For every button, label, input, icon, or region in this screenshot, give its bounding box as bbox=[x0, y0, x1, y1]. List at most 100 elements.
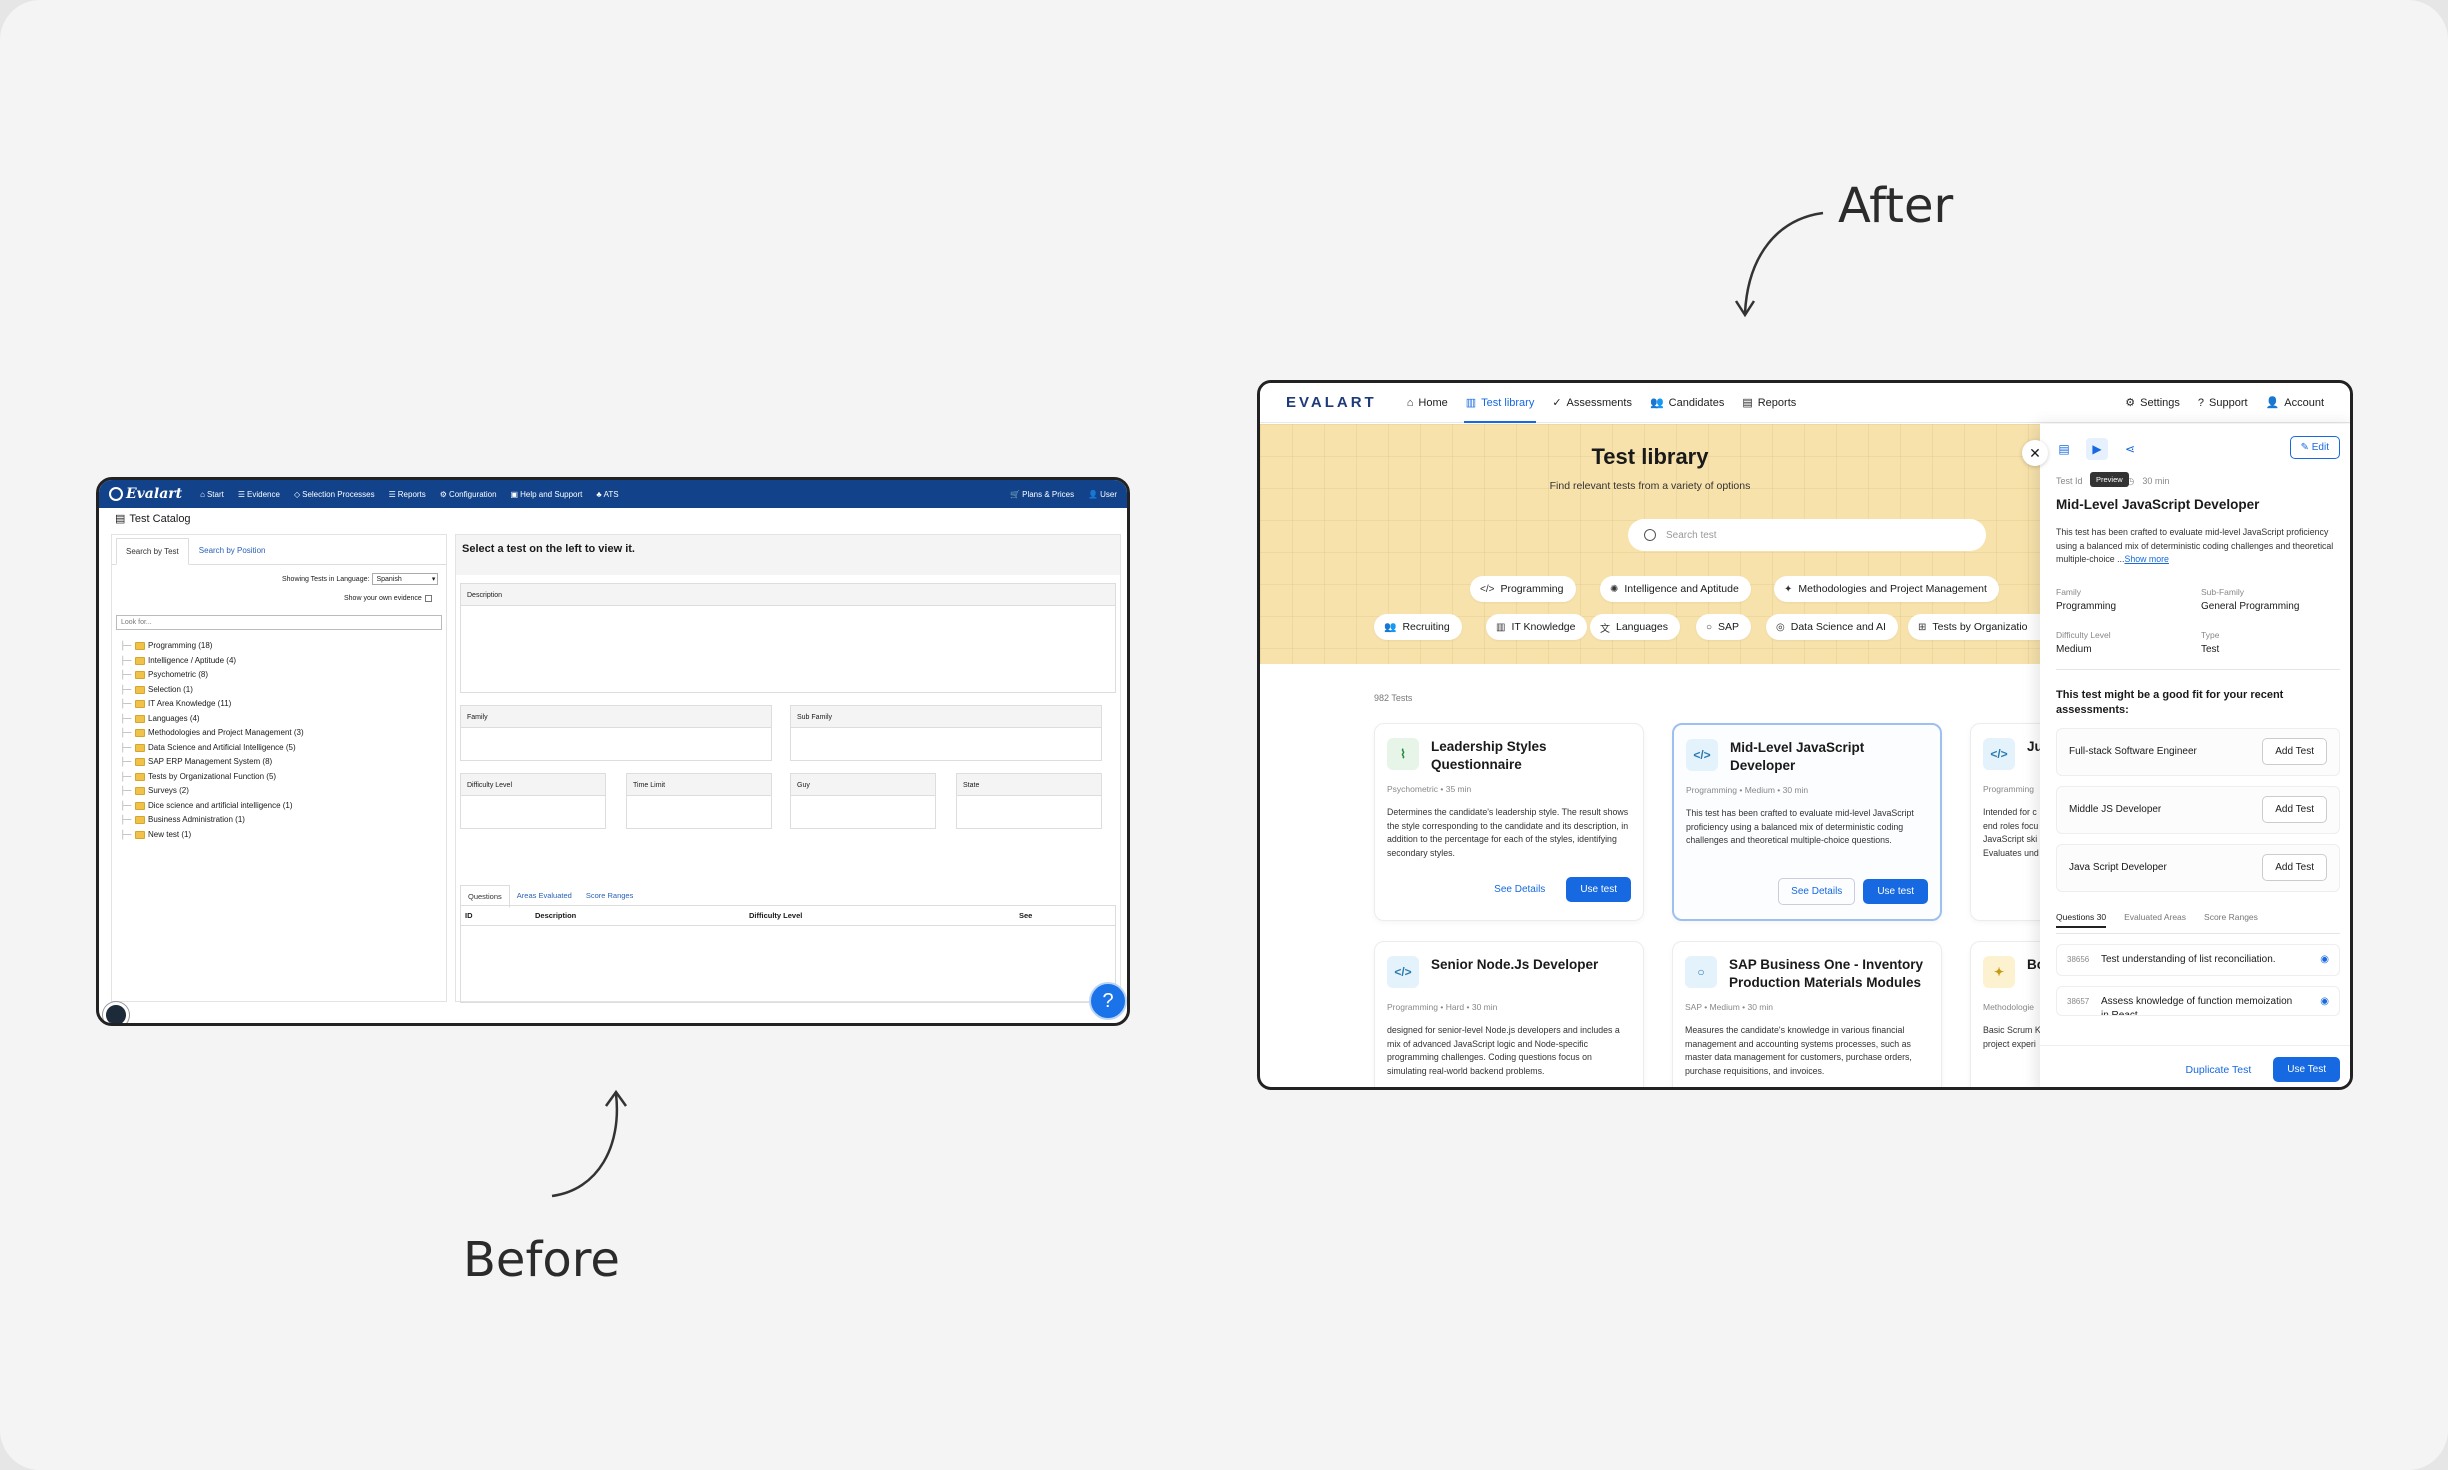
use-test-button[interactable]: Use test bbox=[1566, 877, 1631, 902]
guy-box: Guy bbox=[790, 773, 936, 829]
eye-icon[interactable]: ◉ bbox=[2320, 953, 2329, 967]
own-evidence-checkbox[interactable] bbox=[424, 595, 432, 602]
tree-item[interactable]: ├─ Dice science and artificial intelligen… bbox=[120, 799, 304, 814]
before-nav-help[interactable]: ▣ Help and Support bbox=[511, 490, 583, 499]
database-icon: ◎ bbox=[1776, 621, 1785, 633]
nav-home[interactable]: ⌂ Home bbox=[1407, 383, 1448, 423]
before-nav-ats[interactable]: ♣ ATS bbox=[596, 490, 618, 499]
folder-icon bbox=[135, 685, 145, 694]
tree-item[interactable]: ├─ Psychometric (8) bbox=[120, 668, 304, 683]
hero-banner: Test library Find relevant tests from a … bbox=[1260, 424, 2040, 664]
question-row[interactable]: 38656 Test understanding of list reconcil… bbox=[2056, 943, 2340, 976]
use-test-button[interactable]: Use Test bbox=[2273, 1057, 2340, 1082]
eye-icon[interactable]: ◉ bbox=[2320, 995, 2329, 1009]
folder-icon bbox=[135, 816, 145, 825]
before-logo: Evalart bbox=[109, 486, 182, 502]
panel-tabs: Questions 30 Evaluated Areas Score Range… bbox=[2056, 912, 2340, 934]
tree-item[interactable]: ├─ Tests by Organizational Function (5) bbox=[120, 770, 304, 785]
folder-icon bbox=[135, 656, 145, 665]
tree-item[interactable]: ├─ New test (1) bbox=[120, 828, 304, 843]
chip-recruiting[interactable]: 👥 Recruiting bbox=[1374, 614, 1462, 640]
chip-data-science[interactable]: ◎ Data Science and AI bbox=[1766, 614, 1898, 640]
before-nav-selection[interactable]: ◇ Selection Processes bbox=[294, 490, 375, 499]
nav-reports[interactable]: ▤ Reports bbox=[1742, 383, 1796, 423]
show-more-link[interactable]: Show more bbox=[2124, 554, 2169, 564]
after-caption: After bbox=[1838, 178, 1954, 234]
tab-score-ranges[interactable]: Score Ranges bbox=[2204, 912, 2258, 928]
chip-languages[interactable]: 文 Languages bbox=[1590, 614, 1680, 640]
tab-search-by-position[interactable]: Search by Position bbox=[189, 537, 276, 564]
before-nav-configuration[interactable]: ⚙ Configuration bbox=[440, 490, 497, 499]
tree-item[interactable]: ├─ Data Science and Artificial Intelligen… bbox=[120, 741, 304, 756]
code-icon: </> bbox=[1480, 583, 1495, 595]
nav-test-library[interactable]: ▥ Test library bbox=[1463, 383, 1536, 423]
close-icon[interactable]: ✕ bbox=[2022, 440, 2048, 466]
questions-table-header: ID Description Difficulty Level See bbox=[461, 906, 1115, 926]
test-card[interactable]: ⌇ Leadership Styles Questionnaire Psycho… bbox=[1374, 723, 1644, 921]
question-row[interactable]: 38657 Assess knowledge of function memoiz… bbox=[2056, 985, 2340, 1016]
edit-button[interactable]: ✎ Edit bbox=[2289, 436, 2340, 459]
see-details-button[interactable]: See Details bbox=[1481, 876, 1558, 903]
own-evidence-toggle: Show your own evidence bbox=[344, 595, 432, 602]
tree-item[interactable]: ├─ Languages (4) bbox=[120, 712, 304, 727]
before-nav-plans[interactable]: 🛒 Plans & Prices bbox=[1010, 490, 1074, 499]
tree-item[interactable]: ├─ Programming (18) bbox=[120, 639, 304, 654]
document-icon[interactable]: ▤ bbox=[2056, 441, 2072, 457]
tree-item[interactable]: ├─ Intelligence / Aptitude (4) bbox=[120, 654, 304, 669]
help-button[interactable]: ? bbox=[1089, 982, 1127, 1020]
nav-account[interactable]: 👤 Account bbox=[2266, 383, 2324, 423]
add-test-button[interactable]: Add Test bbox=[2262, 796, 2327, 823]
test-search-input[interactable]: Search test bbox=[1628, 519, 1986, 551]
before-nav-reports[interactable]: ☰ Reports bbox=[389, 490, 426, 499]
nav-assessments[interactable]: ✓ Assessments bbox=[1552, 383, 1632, 423]
after-logo: EVALART bbox=[1286, 394, 1377, 411]
before-nav-evidence[interactable]: ☰ Evidence bbox=[238, 490, 280, 499]
before-screenshot: Evalart ⌂ Start ☰ Evidence ◇ Selection Proc… bbox=[96, 477, 1130, 1026]
test-card[interactable]: </> Senior Node.Js Developer Programming… bbox=[1374, 941, 1644, 1087]
duplicate-test-button[interactable]: Duplicate Test bbox=[2186, 1064, 2252, 1076]
test-card-selected[interactable]: </> Mid-Level JavaScript Developer Progr… bbox=[1672, 723, 1942, 921]
share-icon[interactable]: ⋖ bbox=[2122, 441, 2138, 457]
tab-search-by-test[interactable]: Search by Test bbox=[116, 538, 189, 565]
puzzle-icon: ✦ bbox=[1784, 583, 1793, 595]
tests-count: 982 Tests bbox=[1374, 693, 1413, 703]
use-test-button[interactable]: Use test bbox=[1863, 878, 1928, 904]
difficulty-box: Difficulty Level bbox=[460, 773, 606, 829]
accessibility-icon[interactable] bbox=[103, 1002, 129, 1023]
nav-settings[interactable]: ⚙ Settings bbox=[2125, 383, 2180, 423]
see-details-button[interactable]: See Details bbox=[1778, 877, 1856, 905]
chip-sap[interactable]: ○ SAP bbox=[1696, 614, 1752, 640]
language-select[interactable]: Spanish ▾ bbox=[372, 573, 439, 585]
chip-methodologies[interactable]: ✦ Methodologies and Project Management bbox=[1774, 576, 1999, 602]
gear-icon: ⚙ bbox=[2125, 397, 2136, 409]
chip-programming[interactable]: </> Programming bbox=[1470, 576, 1576, 602]
family-box: Family bbox=[460, 705, 772, 761]
tree-item[interactable]: ├─ SAP ERP Management System (8) bbox=[120, 755, 304, 770]
users-icon: 👥 bbox=[1649, 397, 1664, 409]
nav-support[interactable]: ? Support bbox=[2198, 383, 2248, 423]
tree-item[interactable]: ├─ Selection (1) bbox=[120, 683, 304, 698]
folder-icon bbox=[135, 714, 145, 723]
tree-item[interactable]: ├─ Surveys (2) bbox=[120, 784, 304, 799]
tree-item[interactable]: ├─ Business Administration (1) bbox=[120, 813, 304, 828]
tab-evaluated-areas[interactable]: Evaluated Areas bbox=[2124, 912, 2186, 928]
nav-candidates[interactable]: 👥 Candidates bbox=[1650, 383, 1724, 423]
folder-icon bbox=[135, 642, 145, 651]
hero-title: Test library bbox=[1591, 444, 1709, 469]
before-nav-start[interactable]: ⌂ Start bbox=[200, 490, 224, 499]
before-search-input[interactable]: Look for... bbox=[116, 615, 442, 630]
after-topbar: EVALART ⌂ Home ▥ Test library ✓ Assessments… bbox=[1260, 383, 2350, 423]
chip-intelligence[interactable]: ✺ Intelligence and Aptitude bbox=[1600, 576, 1751, 602]
chip-it-knowledge[interactable]: ▥ IT Knowledge bbox=[1486, 614, 1588, 640]
test-card[interactable]: ○ SAP Business One - Inventory Productio… bbox=[1672, 941, 1942, 1087]
folder-icon bbox=[135, 758, 145, 767]
play-icon[interactable]: ▶ bbox=[2086, 438, 2108, 460]
add-test-button[interactable]: Add Test bbox=[2262, 854, 2327, 881]
tab-questions[interactable]: Questions 30 bbox=[2056, 912, 2107, 928]
tree-item[interactable]: ├─ IT Area Knowledge (11) bbox=[120, 697, 304, 712]
code-icon: </> bbox=[1387, 956, 1419, 988]
tree-item[interactable]: ├─ Methodologies and Project Management (… bbox=[120, 726, 304, 741]
add-test-button[interactable]: Add Test bbox=[2262, 738, 2327, 765]
chip-organizational[interactable]: ⊞ Tests by Organizatio bbox=[1908, 614, 2040, 640]
before-nav-user[interactable]: 👤 User bbox=[1088, 490, 1117, 499]
